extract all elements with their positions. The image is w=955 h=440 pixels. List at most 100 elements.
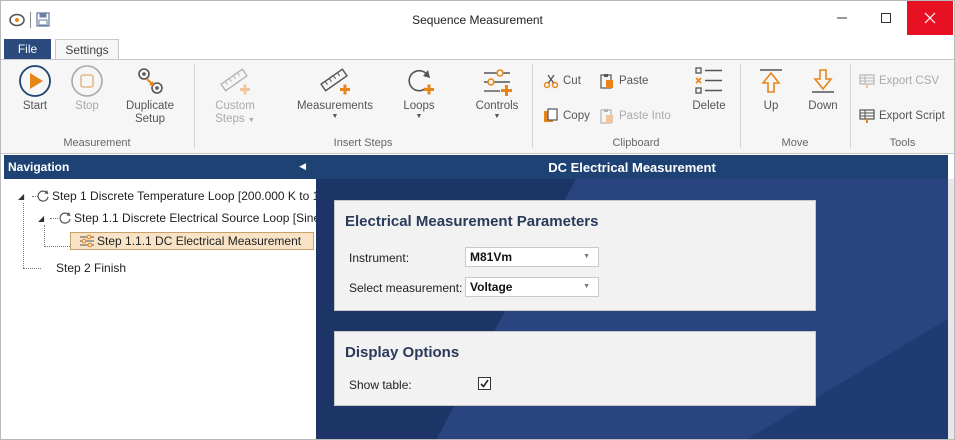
params-title: Electrical Measurement Parameters bbox=[345, 213, 599, 230]
app-window: Sequence Measurement File Settings Start bbox=[0, 0, 955, 440]
cut-button[interactable]: Cut bbox=[543, 73, 581, 89]
panel-body: Electrical Measurement Parameters Instru… bbox=[316, 179, 948, 439]
vertical-scrollbar[interactable] bbox=[948, 179, 954, 439]
stop-button[interactable]: Stop bbox=[67, 64, 107, 113]
dropdown-caret-icon: ▼ bbox=[331, 113, 339, 120]
down-label: Down bbox=[808, 100, 838, 112]
instrument-value: M81Vm bbox=[470, 250, 513, 264]
ribbon-group-move: Up Down Move bbox=[741, 60, 849, 153]
group-label-clipboard: Clipboard bbox=[612, 137, 660, 149]
ribbon-tabs: File Settings bbox=[1, 39, 954, 60]
display-title: Display Options bbox=[345, 344, 460, 361]
navigation-header: Navigation ◀ bbox=[4, 155, 316, 179]
scissors-icon bbox=[543, 73, 559, 89]
paste-into-icon bbox=[599, 108, 615, 124]
group-label-move: Move bbox=[781, 137, 809, 149]
loop-plus-icon bbox=[401, 64, 437, 98]
export-script-icon bbox=[859, 108, 875, 124]
expand-arrow-icon[interactable]: ◢ bbox=[18, 192, 28, 201]
arrow-up-icon bbox=[753, 64, 789, 98]
ribbon-group-insert-steps: Custom Steps ▼ Measurements ▼ Loops ▼ Co… bbox=[195, 60, 531, 153]
loops-button[interactable]: Loops ▼ bbox=[395, 64, 443, 121]
measurement-select[interactable]: Voltage ▼ bbox=[465, 277, 599, 297]
show-table-checkbox[interactable] bbox=[478, 377, 491, 390]
cut-label: Cut bbox=[563, 75, 581, 87]
group-label-tools: Tools bbox=[889, 137, 916, 149]
paste-into-label: Paste Into bbox=[619, 110, 671, 122]
navigation-tree: ◢ Step 1 Discrete Temperature Loop [200.… bbox=[4, 179, 316, 439]
tree-item-step-1-1[interactable]: ◢ Step 1.1 Discrete Electrical Source Lo… bbox=[38, 209, 316, 227]
minimize-button[interactable] bbox=[820, 1, 864, 35]
maximize-button[interactable] bbox=[864, 1, 908, 35]
tree-item-step-2[interactable]: Step 2 Finish bbox=[56, 259, 126, 277]
duplicate-setup-button[interactable]: Duplicate Setup bbox=[119, 64, 181, 126]
dropdown-arrow-icon: ▼ bbox=[583, 253, 590, 260]
export-script-label: Export Script bbox=[879, 110, 945, 122]
custom-label-1: Custom bbox=[215, 100, 255, 112]
delete-label: Delete bbox=[692, 100, 726, 112]
down-button[interactable]: Down bbox=[803, 64, 843, 113]
measurements-label: Measurements bbox=[296, 100, 374, 112]
paste-into-button[interactable]: Paste Into bbox=[599, 108, 671, 124]
gears-icon bbox=[132, 64, 168, 98]
tab-file[interactable]: File bbox=[4, 39, 51, 59]
controls-button[interactable]: Controls ▼ bbox=[471, 64, 523, 121]
title-bar: Sequence Measurement bbox=[1, 1, 954, 39]
controls-label: Controls bbox=[475, 100, 519, 112]
ruler-plus-icon bbox=[317, 64, 353, 98]
loops-label: Loops bbox=[403, 100, 435, 112]
display-options-card: Display Options Show table: bbox=[334, 331, 816, 406]
loop-icon bbox=[58, 211, 72, 225]
tree-item-label: Step 1.1.1 DC Electrical Measurement bbox=[97, 234, 302, 248]
copy-label: Copy bbox=[563, 110, 590, 122]
measurement-value: Voltage bbox=[470, 280, 513, 294]
ribbon-group-measurement: Start Stop Duplicate Setup Measurement bbox=[1, 60, 193, 153]
start-button[interactable]: Start bbox=[15, 64, 55, 113]
close-button[interactable] bbox=[907, 1, 953, 35]
delete-button[interactable]: Delete bbox=[689, 64, 729, 113]
export-csv-icon bbox=[859, 73, 875, 89]
copy-icon bbox=[543, 108, 559, 124]
tree-item-step-1-1-1[interactable]: Step 1.1.1 DC Electrical Measurement bbox=[70, 232, 314, 250]
ruler-plus-icon bbox=[217, 64, 253, 98]
export-csv-button[interactable]: Export CSV bbox=[859, 73, 939, 89]
dropdown-caret-icon: ▼ bbox=[415, 113, 423, 120]
collapse-left-icon[interactable]: ◀ bbox=[299, 161, 306, 172]
checkmark-icon bbox=[480, 379, 489, 388]
copy-button[interactable]: Copy bbox=[543, 108, 590, 124]
tree-item-label: Step 2 Finish bbox=[56, 261, 127, 275]
tree-item-label: Step 1.1 Discrete Electrical Source Loop… bbox=[74, 211, 316, 225]
group-label-insert-steps: Insert Steps bbox=[333, 137, 393, 149]
tree-item-label: Step 1 Discrete Temperature Loop [200.00… bbox=[52, 189, 316, 203]
dropdown-caret-icon: ▼ bbox=[493, 113, 501, 120]
electrical-params-card: Electrical Measurement Parameters Instru… bbox=[334, 200, 816, 311]
duplicate-label-1: Duplicate bbox=[126, 100, 174, 112]
export-script-button[interactable]: Export Script bbox=[859, 108, 945, 124]
sliders-icon bbox=[79, 234, 95, 248]
stop-icon bbox=[69, 64, 105, 98]
navigation-title: Navigation bbox=[8, 160, 70, 174]
play-icon bbox=[17, 64, 53, 98]
measurements-button[interactable]: Measurements ▼ bbox=[293, 64, 377, 121]
tree-item-step-1[interactable]: ◢ Step 1 Discrete Temperature Loop [200.… bbox=[18, 187, 316, 205]
dropdown-arrow-icon: ▼ bbox=[583, 283, 590, 290]
group-label-measurement: Measurement bbox=[63, 137, 131, 149]
custom-label-2: Steps ▼ bbox=[215, 113, 255, 125]
export-csv-label: Export CSV bbox=[879, 75, 940, 87]
up-button[interactable]: Up bbox=[753, 64, 789, 113]
instrument-select[interactable]: M81Vm ▼ bbox=[465, 247, 599, 267]
panel-header: DC Electrical Measurement bbox=[316, 155, 948, 179]
paste-label: Paste bbox=[619, 75, 649, 87]
paste-icon bbox=[599, 73, 615, 89]
arrow-down-icon bbox=[805, 64, 841, 98]
close-icon bbox=[924, 12, 936, 24]
instrument-label: Instrument: bbox=[349, 251, 410, 265]
tab-settings[interactable]: Settings bbox=[55, 39, 119, 60]
ribbon-group-clipboard: Cut Copy Paste Paste Into Delete Clipboa… bbox=[533, 60, 739, 153]
window-title: Sequence Measurement bbox=[412, 13, 543, 27]
measurement-label: Select measurement: bbox=[349, 281, 463, 295]
paste-button[interactable]: Paste bbox=[599, 73, 648, 89]
show-table-label: Show table: bbox=[349, 378, 412, 392]
expand-arrow-icon[interactable]: ◢ bbox=[38, 214, 48, 223]
custom-steps-button[interactable]: Custom Steps ▼ bbox=[207, 64, 263, 126]
